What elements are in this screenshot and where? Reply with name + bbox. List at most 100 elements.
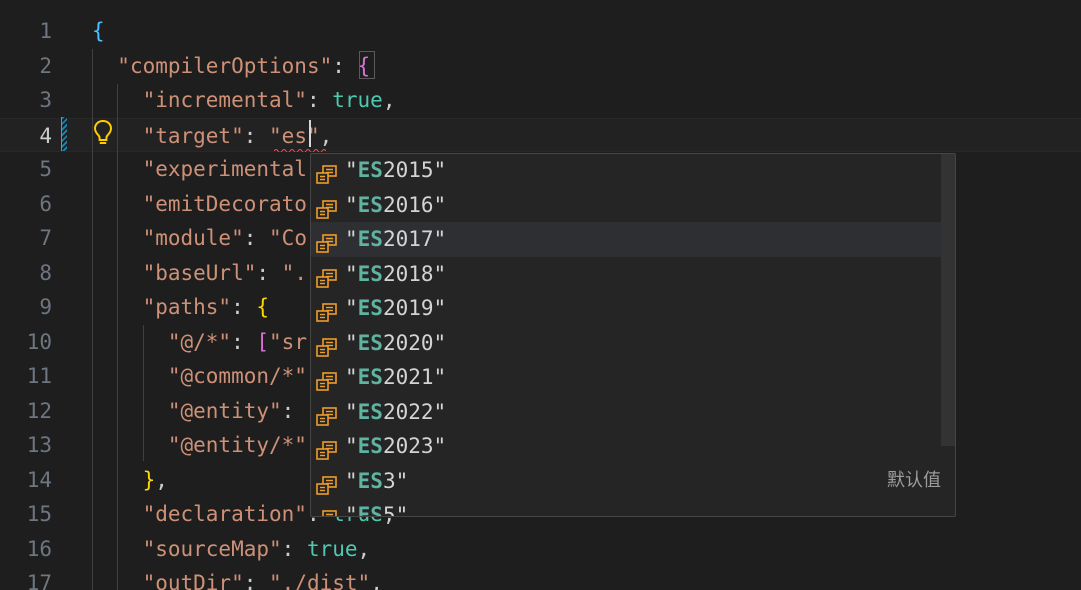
code-line[interactable]: 2 "compilerOptions": {	[0, 49, 1081, 84]
line-code: "sourceMap": true,	[92, 532, 371, 567]
code-token: ,	[155, 467, 168, 492]
suggest-item-label: "ES2021"	[345, 360, 446, 395]
code-token: "compilerOptions"	[117, 53, 333, 78]
code-token: "incremental"	[142, 88, 307, 112]
label-match: ES	[357, 434, 383, 458]
suggest-item[interactable]: "ES3" 默认值	[311, 464, 941, 499]
code-token: "@entity/*"	[167, 433, 307, 457]
code-token: "declaration"	[142, 502, 307, 526]
code-token: ,	[319, 123, 333, 148]
enum-member-icon	[316, 161, 338, 184]
code-line[interactable]: 16 "sourceMap": true,	[0, 532, 1081, 567]
suggest-item-label: "ES2016"	[345, 188, 446, 223]
line-number: 1	[39, 19, 52, 43]
line-number: 15	[26, 502, 52, 526]
enum-member-icon	[316, 437, 338, 460]
code-line[interactable]: 3 "incremental": true,	[0, 83, 1081, 118]
suggest-item[interactable]: "ES2018"	[311, 257, 941, 292]
code-token: ,	[370, 571, 383, 590]
code-token: :	[243, 226, 270, 250]
lightbulb-icon[interactable]	[92, 119, 114, 147]
line-number: 14	[26, 467, 52, 492]
line-number: 7	[39, 226, 52, 250]
code-token: ,	[357, 536, 371, 561]
line-code: "paths": {	[92, 290, 269, 325]
label-prefix: "	[345, 434, 358, 458]
line-number: 16	[26, 536, 52, 561]
code-token: }	[142, 467, 156, 492]
label-rest: 5"	[382, 503, 409, 517]
code-token: "target"	[142, 123, 244, 148]
code-token: "@/*"	[167, 329, 232, 354]
suggest-item[interactable]: "ES2020"	[311, 326, 941, 361]
suggest-item-label: "ES2018"	[345, 257, 446, 292]
suggest-item[interactable]: "ES2017"	[311, 222, 941, 257]
code-token: true	[306, 536, 358, 561]
code-token: :	[332, 53, 358, 78]
line-number: 17	[26, 571, 52, 590]
text-cursor	[309, 120, 311, 147]
label-prefix: "	[345, 468, 358, 493]
label-match: ES	[357, 296, 383, 320]
enum-member-icon	[316, 299, 338, 322]
label-match: ES	[357, 468, 383, 493]
label-prefix: "	[345, 365, 358, 389]
code-token: "./dist"	[269, 571, 371, 590]
label-prefix: "	[345, 158, 358, 182]
suggest-item[interactable]: "ES2023"	[311, 429, 941, 464]
line-code: "emitDecorato	[92, 187, 307, 222]
suggest-item[interactable]: "ES2022"	[311, 395, 941, 430]
line-number: 10	[26, 329, 52, 354]
suggest-item-label: "ES2017"	[345, 222, 446, 257]
suggest-item[interactable]: "ES2016"	[311, 188, 941, 223]
line-code: },	[92, 463, 168, 498]
code-line[interactable]: 4 "target": "es",	[0, 117, 1081, 152]
code-token: :	[231, 329, 257, 354]
label-prefix: "	[345, 296, 358, 320]
code-token: ".	[281, 260, 307, 285]
code-token: :	[306, 88, 333, 112]
enum-member-icon	[316, 472, 338, 495]
label-rest: 2019"	[382, 296, 447, 320]
label-match: ES	[357, 227, 383, 251]
code-token: "@entity"	[167, 398, 282, 423]
code-token: :	[281, 536, 307, 561]
line-number: 2	[39, 53, 52, 78]
label-rest: 3"	[382, 468, 409, 493]
indent-guide	[117, 84, 118, 590]
label-match: ES	[357, 330, 383, 355]
line-number: 11	[26, 364, 52, 388]
code-line[interactable]: 1{	[0, 14, 1081, 49]
code-token: :	[281, 398, 307, 423]
code-token: "outDir"	[142, 571, 244, 590]
suggest-widget[interactable]: "ES2015" "ES2016" "ES2017" "ES2018" "ES2019"…	[310, 153, 956, 517]
suggest-item-label: "ES2023"	[345, 429, 446, 464]
enum-member-icon	[316, 506, 338, 516]
label-rest: 2020"	[382, 330, 447, 355]
suggest-item[interactable]: "ES5"	[311, 498, 941, 517]
suggest-item[interactable]: "ES2015"	[311, 154, 941, 188]
suggest-scrollbar[interactable]	[941, 154, 955, 446]
line-code: "incremental": true,	[92, 83, 396, 118]
code-line[interactable]: 17 "outDir": "./dist",	[0, 566, 1081, 590]
enum-member-icon	[316, 230, 338, 253]
label-rest: 2021"	[382, 365, 447, 389]
enum-member-icon	[316, 334, 338, 357]
line-code: "@common/*"	[92, 359, 307, 394]
suggest-item[interactable]: "ES2019"	[311, 291, 941, 326]
code-token: "sourceMap"	[142, 536, 282, 561]
indent-guide	[143, 325, 144, 461]
code-token: {	[92, 19, 105, 43]
line-number: 6	[39, 191, 52, 216]
line-code: "@entity":	[92, 394, 307, 429]
suggest-item[interactable]: "ES2021"	[311, 360, 941, 395]
code-token: {	[256, 295, 270, 319]
label-prefix: "	[345, 227, 358, 251]
code-token: "@common/*"	[167, 364, 307, 388]
label-rest: 2022"	[382, 399, 447, 424]
modified-line-indicator	[61, 117, 67, 151]
code-editor[interactable]: 1{2 "compilerOptions": {3 "incremental":…	[0, 0, 1081, 590]
line-number: 9	[39, 295, 52, 319]
